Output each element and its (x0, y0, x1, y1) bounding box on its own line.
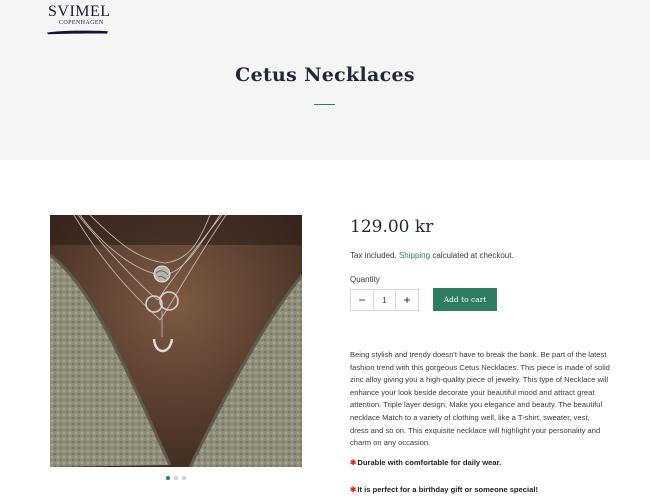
shipping-link[interactable]: Shipping (399, 251, 430, 260)
product-description: Being stylish and trendy doesn't have to… (350, 350, 610, 448)
page-title: Cetus Necklaces (235, 64, 415, 86)
title-divider (314, 104, 335, 105)
product-price: 129.00 kr (350, 217, 434, 237)
quantity-decrease-button[interactable]: − (351, 290, 373, 310)
necklace-photo (50, 215, 302, 467)
feature-text: Durable with comfortable for daily wear. (357, 458, 502, 467)
feature-text: It is perfect for a birthday gift or som… (357, 485, 538, 494)
brand-name: SVIMEL (48, 3, 111, 20)
brand-subtitle: COPENHAGEN (59, 20, 104, 26)
quantity-stepper: − + (350, 289, 419, 311)
gallery-dot-1[interactable] (166, 476, 170, 480)
gallery-pagination (166, 476, 186, 480)
gallery-dot-3[interactable] (182, 476, 186, 480)
quantity-label: Quantity (350, 275, 380, 284)
red-star-icon: ✱ (350, 458, 357, 467)
tax-prefix: Tax included. (350, 251, 397, 260)
tax-note: Tax included. Shipping calculated at che… (350, 251, 514, 260)
red-star-icon: ✱ (350, 485, 357, 494)
feature-bullet: ✱It is perfect for a birthday gift or so… (350, 485, 538, 494)
brand-brush-stroke (47, 30, 108, 35)
quantity-increase-button[interactable]: + (396, 290, 418, 310)
page-header-banner: SVIMEL COPENHAGEN Cetus Necklaces (0, 0, 650, 160)
feature-bullet: ✱Durable with comfortable for daily wear… (350, 458, 501, 467)
brand-logo[interactable]: SVIMEL COPENHAGEN (47, 3, 112, 35)
gallery-dot-2[interactable] (174, 476, 178, 480)
quantity-input[interactable] (373, 290, 396, 310)
product-image[interactable] (50, 215, 302, 467)
tax-suffix: calculated at checkout. (432, 251, 514, 260)
add-to-cart-button[interactable]: Add to cart (433, 288, 497, 311)
